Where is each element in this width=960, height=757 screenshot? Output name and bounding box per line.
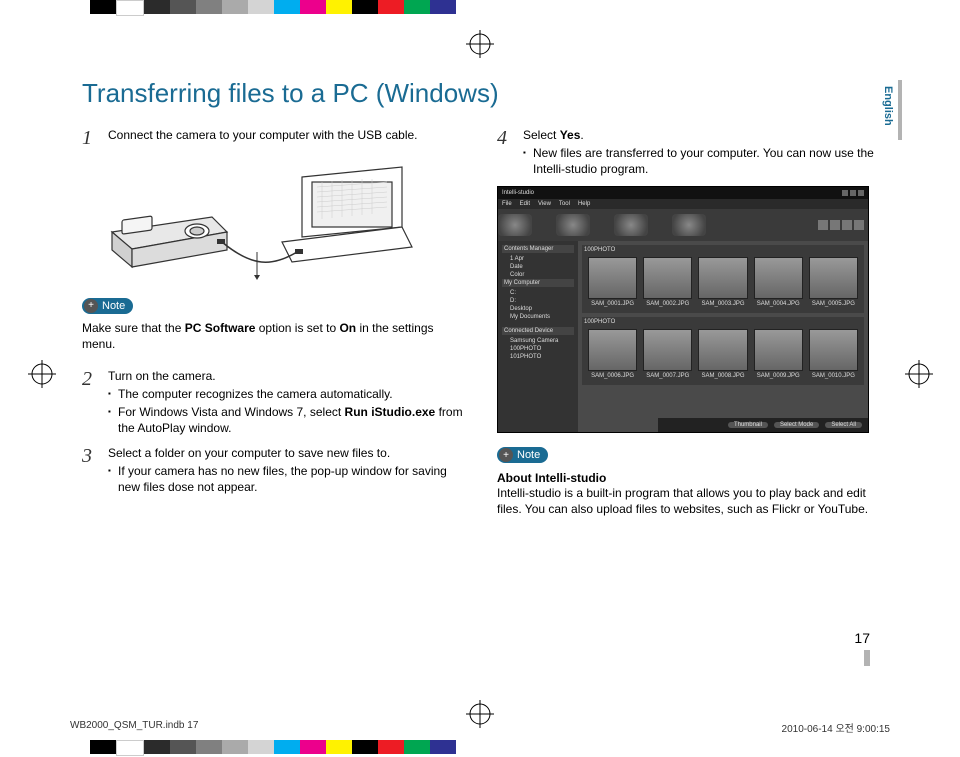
plus-icon: + bbox=[84, 299, 98, 313]
step-text: Select a folder on your computer to save… bbox=[108, 445, 467, 461]
step-body: Turn on the camera. The computer recogni… bbox=[108, 368, 467, 437]
step-1: 1 Connect the camera to your computer wi… bbox=[82, 127, 467, 149]
step-text: Turn on the camera. bbox=[108, 368, 467, 384]
step-text: Connect the camera to your computer with… bbox=[108, 127, 467, 149]
note-2: + Note About Intelli-studio Intelli-stud… bbox=[497, 447, 882, 518]
note-label: Note bbox=[517, 449, 540, 461]
footer-timestamp: 2010-06-14 오전 9:00:15 bbox=[782, 720, 890, 735]
app-title: Intelli-studio bbox=[502, 190, 534, 196]
page-number: 17 bbox=[854, 630, 870, 666]
note-label: Note bbox=[102, 300, 125, 312]
step-body: Select Yes. New files are transferred to… bbox=[523, 127, 882, 178]
folder-panel: 100PHOTO SAM_0006.JPG SAM_0007.JPG SAM_0… bbox=[582, 317, 864, 385]
toolbar-icon bbox=[556, 214, 590, 236]
window-titlebar: Intelli-studio bbox=[498, 187, 868, 199]
registration-mark-icon bbox=[466, 30, 494, 58]
step-number: 4 bbox=[497, 127, 513, 178]
main-pane: 100PHOTO SAM_0001.JPG SAM_0002.JPG SAM_0… bbox=[578, 241, 868, 432]
step-bullet: New files are transferred to your comput… bbox=[523, 145, 882, 177]
step-text: Select Yes. bbox=[523, 127, 882, 143]
step-bullet: For Windows Vista and Windows 7, select … bbox=[108, 404, 467, 436]
note-text: Make sure that the PC Software option is… bbox=[82, 320, 467, 352]
toolbar-icon bbox=[498, 214, 532, 236]
note-text: Intelli-studio is a built-in program tha… bbox=[497, 485, 882, 517]
note-badge: + Note bbox=[82, 298, 133, 314]
intelli-studio-screenshot: Intelli-studio FileEditViewToolHelp Cont… bbox=[497, 186, 869, 433]
step-bullet: If your camera has no new files, the pop… bbox=[108, 463, 467, 495]
color-registration-bar-top bbox=[0, 0, 960, 14]
step-3: 3 Select a folder on your computer to sa… bbox=[82, 445, 467, 496]
camera-to-laptop-diagram bbox=[102, 157, 422, 287]
menubar: FileEditViewToolHelp bbox=[498, 199, 868, 209]
folder-panel: 100PHOTO SAM_0001.JPG SAM_0002.JPG SAM_0… bbox=[582, 245, 864, 313]
step-number: 1 bbox=[82, 127, 98, 149]
step-number: 3 bbox=[82, 445, 98, 496]
toolbar-icon bbox=[672, 214, 706, 236]
left-column: 1 Connect the camera to your computer wi… bbox=[82, 127, 467, 517]
plus-icon: + bbox=[499, 448, 513, 462]
registration-mark-icon bbox=[905, 360, 933, 388]
note-badge: + Note bbox=[497, 447, 548, 463]
footer-filename: WB2000_QSM_TUR.indb 17 bbox=[70, 720, 198, 735]
step-bullet: The computer recognizes the camera autom… bbox=[108, 386, 467, 402]
step-number: 2 bbox=[82, 368, 98, 437]
toolbar-icon bbox=[614, 214, 648, 236]
color-registration-bar-bottom bbox=[0, 740, 456, 754]
view-bar: ThumbnailSelect ModeSelect All bbox=[658, 418, 868, 432]
print-footer: WB2000_QSM_TUR.indb 17 2010-06-14 오전 9:0… bbox=[70, 720, 890, 735]
note-1: + Note Make sure that the PC Software op… bbox=[82, 297, 467, 352]
registration-mark-icon bbox=[28, 360, 56, 388]
note-heading: About Intelli-studio bbox=[497, 471, 882, 485]
step-body: Select a folder on your computer to save… bbox=[108, 445, 467, 496]
sidebar: Contents Manager 1 Apr Date Color My Com… bbox=[498, 241, 578, 432]
step-4: 4 Select Yes. New files are transferred … bbox=[497, 127, 882, 178]
page-content: Transferring files to a PC (Windows) 1 C… bbox=[82, 78, 882, 517]
step-2: 2 Turn on the camera. The computer recog… bbox=[82, 368, 467, 437]
window-controls bbox=[842, 190, 864, 196]
page-title: Transferring files to a PC (Windows) bbox=[82, 78, 882, 109]
toolbar bbox=[498, 209, 868, 242]
language-tab: English bbox=[880, 80, 896, 132]
right-column: 4 Select Yes. New files are transferred … bbox=[497, 127, 882, 517]
toolbar-right-icons bbox=[818, 220, 868, 230]
